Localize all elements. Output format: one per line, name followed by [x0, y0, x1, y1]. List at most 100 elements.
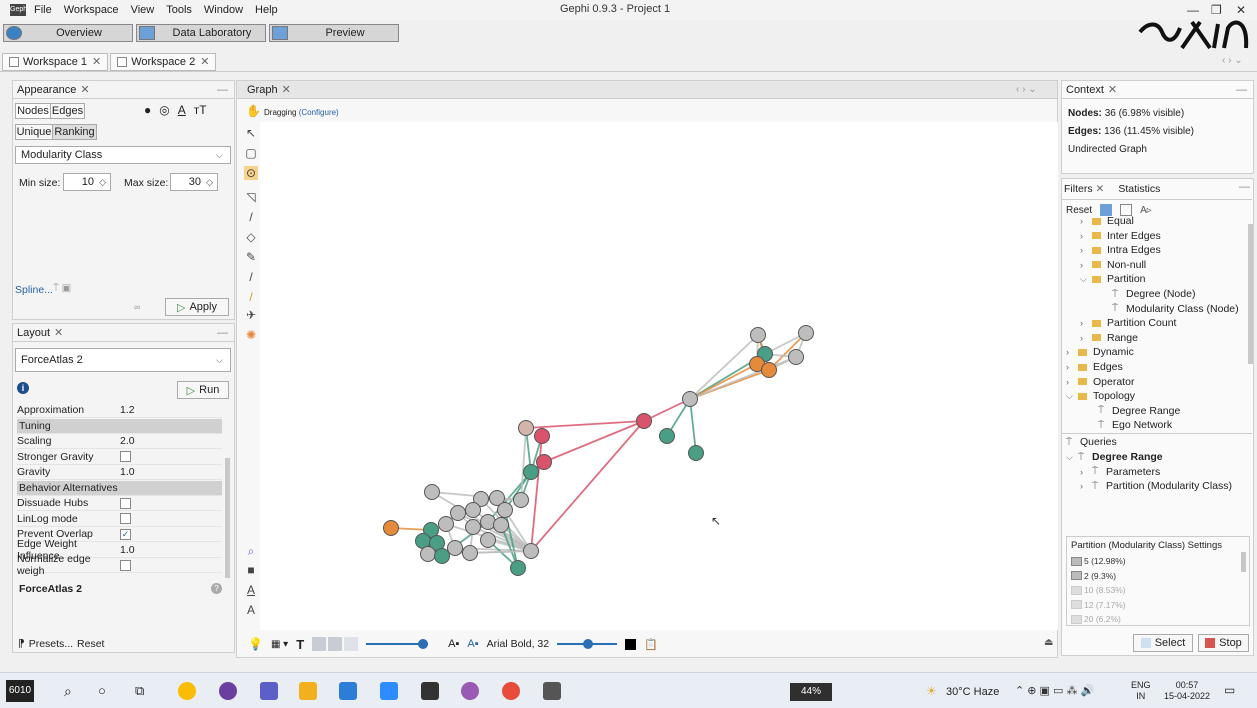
help-icon[interactable]: ? — [211, 583, 222, 594]
tab-filters[interactable]: Filters ✕ — [1064, 183, 1104, 195]
graph-node[interactable] — [518, 420, 534, 436]
chevron-right-icon[interactable]: › — [1080, 481, 1092, 491]
stop-button[interactable]: Stop — [1198, 634, 1249, 652]
graph-node[interactable] — [682, 391, 698, 407]
presets-button[interactable]: Presets... — [29, 638, 73, 650]
chevron-down-icon[interactable]: ⌵ — [1066, 452, 1078, 463]
menu-tools[interactable]: Tools — [166, 4, 192, 16]
property-value[interactable]: 1.0 — [120, 544, 135, 556]
highlight-icon[interactable]: / — [244, 290, 258, 304]
weather-icon[interactable]: ☀ — [926, 684, 937, 698]
label-color-icon[interactable]: A — [178, 103, 186, 117]
chevron-right-icon[interactable]: › — [1080, 467, 1092, 477]
graph-node[interactable] — [480, 514, 496, 530]
clipboard-icon[interactable]: 📋 — [644, 638, 658, 651]
browser-icon[interactable] — [219, 682, 237, 700]
battery-indicator[interactable]: 44% — [790, 683, 832, 701]
tab-workspace-2[interactable]: Workspace 2 ✕ — [110, 52, 217, 71]
graph-node[interactable] — [480, 532, 496, 548]
graph-node[interactable] — [536, 454, 552, 470]
menu-file[interactable]: File — [34, 4, 52, 16]
font-size-increase-icon[interactable]: A▪ — [467, 638, 478, 650]
query-tree-item[interactable]: › ⍑ Partition (Modularity Class) — [1080, 479, 1232, 493]
layout-algorithm-select[interactable]: ForceAtlas 2 ⌵ — [15, 348, 231, 372]
graph-node[interactable] — [534, 428, 550, 444]
graph-node[interactable] — [636, 413, 652, 429]
chevron-down-icon[interactable]: ⌵ — [1066, 391, 1078, 402]
filter-tree-item[interactable]: ⌵ Topology — [1066, 389, 1135, 403]
color-palette-icon[interactable]: ● — [144, 103, 151, 117]
property-checkbox[interactable] — [120, 513, 131, 524]
graph-node[interactable] — [420, 546, 436, 562]
property-value[interactable]: 2.0 — [120, 435, 135, 447]
filter-tree-item[interactable]: ⍑ Modularity Class (Node) — [1094, 302, 1239, 316]
file-explorer-icon[interactable] — [299, 682, 317, 700]
cortana-icon[interactable]: ○ — [98, 683, 106, 698]
pointer-tool-icon[interactable]: ↖ — [244, 126, 258, 140]
menu-view[interactable]: View — [131, 4, 155, 16]
language-indicator[interactable]: ENG IN — [1131, 680, 1151, 702]
filter-tree-item[interactable]: ⍑ Degree (Node) — [1094, 287, 1195, 301]
pencil-icon[interactable]: / — [244, 210, 258, 224]
lock-icon[interactable]: ⏏ — [1044, 637, 1053, 648]
layout-property[interactable]: Gravity 1.0 — [17, 465, 222, 480]
drag-tool-icon[interactable]: ⊙ — [244, 166, 258, 180]
apply-button[interactable]: ▷ Apply — [165, 298, 229, 316]
partition-item[interactable]: 12 (7.17%) — [1071, 598, 1126, 612]
data-laboratory-button[interactable]: Data Laboratory — [136, 24, 266, 42]
layout-property[interactable]: Approximation 1.2 — [17, 403, 222, 418]
label-font-icon[interactable]: A — [244, 583, 258, 597]
graph-node[interactable] — [438, 516, 454, 532]
property-checkbox[interactable] — [120, 497, 131, 509]
rectangle-select-icon[interactable]: ▢ — [244, 146, 258, 160]
chevron-right-icon[interactable]: › — [1080, 333, 1092, 343]
terminal-icon[interactable] — [421, 682, 439, 700]
run-button[interactable]: ▷ Run — [177, 381, 229, 399]
edit-tool-icon[interactable]: ◹ — [244, 190, 258, 204]
tab-unique[interactable]: Unique — [15, 124, 53, 140]
task-view-icon[interactable]: ⧉ — [135, 683, 144, 699]
graph-node[interactable] — [659, 428, 675, 444]
filter-tree-item[interactable]: › Inter Edges — [1080, 229, 1161, 243]
graph-node[interactable] — [750, 327, 766, 343]
tab-workspace-1[interactable]: Workspace 1 ✕ — [2, 52, 109, 71]
select-button[interactable]: Select — [1133, 634, 1193, 652]
layout-property[interactable]: Stronger Gravity — [17, 450, 222, 465]
graph-node[interactable] — [450, 505, 466, 521]
tab-scroll-arrows[interactable]: ‹ › ⌄ — [1222, 55, 1243, 66]
chevron-right-icon[interactable]: › — [1066, 362, 1078, 372]
spline-link[interactable]: Spline... — [15, 284, 53, 296]
filter-tree-item[interactable]: › Operator — [1066, 375, 1134, 389]
heat-graph-icon[interactable]: ✺ — [244, 328, 258, 342]
reset-button[interactable]: Reset — [77, 638, 104, 650]
diamond-tool-icon[interactable]: ◇ — [244, 230, 258, 244]
label-color-swatch[interactable] — [625, 638, 637, 650]
weather-text[interactable]: 30°C Haze — [946, 686, 999, 698]
layout-tab[interactable]: Layout ✕ — — [13, 324, 234, 342]
layout-property[interactable]: Normalize edge weigh — [17, 553, 222, 577]
graph-node[interactable] — [434, 548, 450, 564]
app-red-icon[interactable] — [502, 682, 520, 700]
graph-node[interactable] — [465, 519, 481, 535]
filter-tree-item[interactable]: › Equal — [1080, 214, 1134, 228]
app-l-icon[interactable] — [339, 682, 357, 700]
filter-font-icon[interactable]: A▹ — [1140, 205, 1152, 216]
label-size-slider[interactable] — [557, 638, 618, 650]
close-icon[interactable]: ✕ — [92, 55, 101, 68]
partition-item[interactable]: 20 (6.2%) — [1071, 612, 1121, 626]
graph-node[interactable] — [493, 517, 509, 533]
graph-canvas[interactable] — [260, 122, 1058, 630]
lightbulb-icon[interactable]: 💡 — [248, 637, 263, 651]
property-checkbox[interactable]: ✓ — [120, 528, 131, 540]
edge-weight-icon[interactable] — [344, 637, 359, 651]
app-icon[interactable] — [461, 682, 479, 700]
context-tab[interactable]: Context ✕ — — [1062, 81, 1253, 99]
property-checkbox[interactable] — [120, 451, 131, 462]
search-zoom-icon[interactable]: ⌕ — [244, 544, 258, 558]
properties-scrollbar[interactable] — [225, 458, 230, 578]
zoom-icon[interactable] — [380, 682, 398, 700]
layout-property[interactable]: Scaling 2.0 — [17, 434, 222, 449]
chevron-right-icon[interactable]: › — [1080, 245, 1092, 255]
tab-edges[interactable]: Edges — [51, 103, 85, 119]
graph-node[interactable] — [523, 464, 539, 480]
